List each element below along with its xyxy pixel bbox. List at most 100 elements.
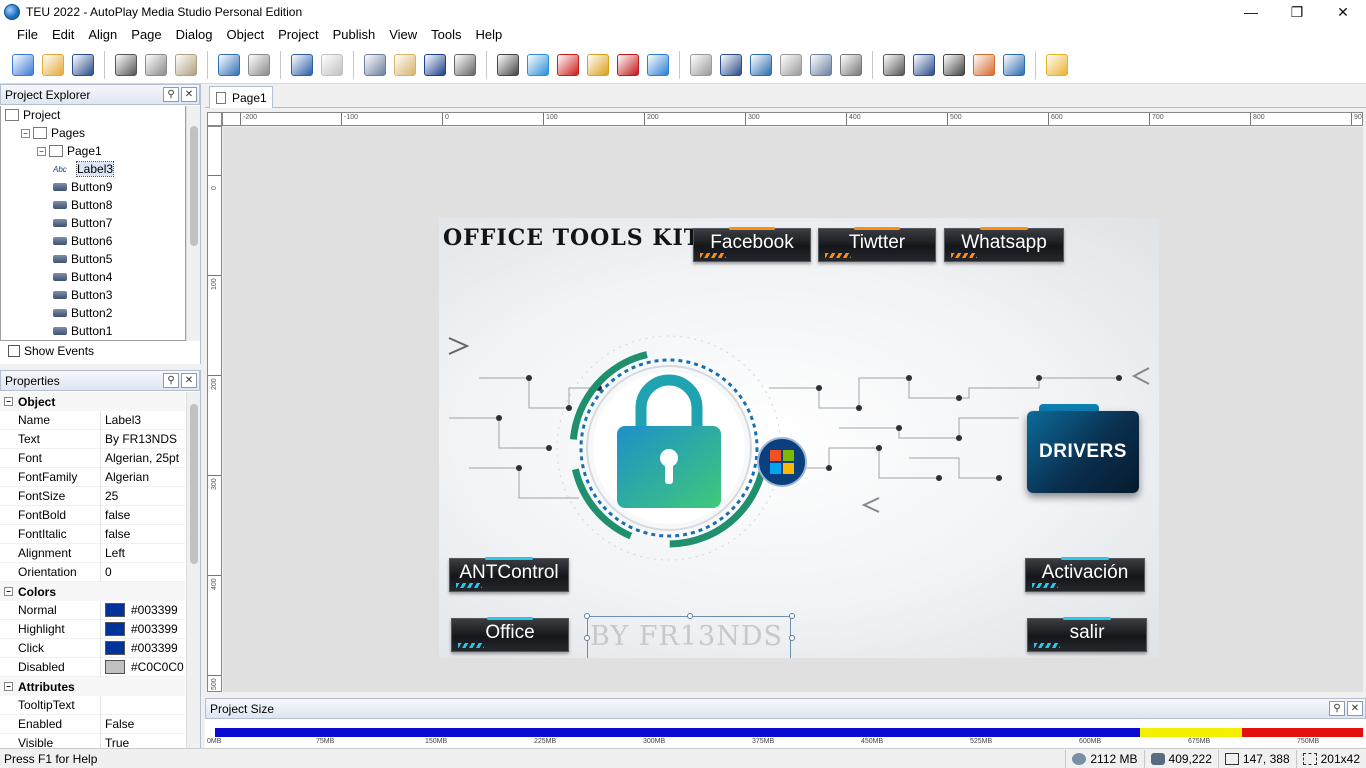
quicktime-object-button[interactable] [523, 50, 553, 80]
cd-build-button[interactable] [317, 50, 347, 80]
category-collapse-icon[interactable]: − [4, 587, 13, 596]
menu-align[interactable]: Align [81, 24, 124, 46]
label3-object[interactable]: BY FR13NDS [587, 616, 791, 658]
pin-icon[interactable]: ⚲ [163, 87, 179, 102]
tree-item-button9[interactable]: Button9 [1, 178, 185, 196]
design-title[interactable]: OFFICE TOOLS KIT [443, 225, 701, 251]
property-row[interactable]: Normal #003399 [0, 600, 185, 620]
menu-help[interactable]: Help [469, 24, 510, 46]
flash-object-button[interactable] [553, 50, 583, 80]
menu-object[interactable]: Object [220, 24, 272, 46]
tree-collapse-icon[interactable]: − [21, 128, 30, 138]
property-row[interactable]: FontSize 25 [0, 486, 185, 506]
undo-button[interactable] [214, 50, 244, 80]
property-value[interactable]: By FR13NDS [101, 432, 177, 446]
menu-view[interactable]: View [382, 24, 424, 46]
category-collapse-icon[interactable]: − [4, 397, 13, 406]
property-row[interactable]: Highlight #003399 [0, 619, 185, 639]
tree-item-project[interactable]: Project [1, 106, 185, 124]
design-page[interactable]: OFFICE TOOLS KIT Facebook Tiwtter Whatsa… [439, 218, 1159, 658]
combobox-object-button[interactable] [806, 50, 836, 80]
slideshow-object-button[interactable] [583, 50, 613, 80]
close-panel-icon[interactable]: ✕ [181, 373, 197, 388]
twitter-button[interactable]: Tiwtter [818, 227, 936, 262]
listbox-object-button[interactable] [836, 50, 866, 80]
tree-item-button4[interactable]: Button4 [1, 268, 185, 286]
property-value[interactable]: Label3 [101, 413, 141, 427]
property-value[interactable]: Algerian [101, 470, 149, 484]
property-row[interactable]: FontItalic false [0, 524, 185, 544]
close-panel-icon[interactable]: ✕ [1347, 701, 1363, 716]
input-object-button[interactable] [776, 50, 806, 80]
property-category[interactable]: − Colors [0, 582, 185, 601]
property-value[interactable]: #003399 [101, 603, 178, 617]
property-value[interactable]: false [101, 527, 130, 541]
list-object-button[interactable] [450, 50, 480, 80]
property-row[interactable]: FontBold false [0, 505, 185, 525]
tab-page1[interactable]: Page1 [209, 86, 273, 108]
grid-object-button[interactable] [909, 50, 939, 80]
resize-handle[interactable] [789, 635, 795, 641]
property-row[interactable]: Text By FR13NDS [0, 429, 185, 449]
tree-item-label3[interactable]: Abc Label3 [1, 160, 185, 178]
label-object-button[interactable] [390, 50, 420, 80]
copy-button[interactable] [141, 50, 171, 80]
close-panel-icon[interactable]: ✕ [181, 87, 197, 102]
property-value[interactable]: false [101, 508, 130, 522]
button-object-button[interactable] [360, 50, 390, 80]
pdf-object-button[interactable] [613, 50, 643, 80]
video-object-button[interactable] [493, 50, 523, 80]
resize-handle[interactable] [687, 613, 693, 619]
facebook-button[interactable]: Facebook [693, 227, 811, 262]
wand-button[interactable] [8, 50, 38, 80]
close-button[interactable]: ✕ [1320, 0, 1366, 24]
property-value[interactable]: #C0C0C0 [101, 660, 184, 674]
checkbox-object-button[interactable] [716, 50, 746, 80]
web-object-button[interactable] [643, 50, 673, 80]
tree-item-button1[interactable]: Button1 [1, 322, 185, 340]
cut-button[interactable] [111, 50, 141, 80]
tree-item-button3[interactable]: Button3 [1, 286, 185, 304]
minimize-button[interactable]: — [1228, 0, 1274, 24]
property-row[interactable]: Visible True [0, 733, 185, 748]
property-value[interactable]: #003399 [101, 641, 178, 655]
show-events-checkbox[interactable] [8, 345, 20, 357]
activacion-button[interactable]: Activación [1025, 557, 1145, 592]
property-row[interactable]: Name Label3 [0, 410, 185, 430]
antcontrol-button[interactable]: ANTControl [449, 557, 569, 592]
redo-button[interactable] [244, 50, 274, 80]
drivers-button[interactable]: DRIVERS [1027, 411, 1139, 493]
property-row[interactable]: TooltipText [0, 695, 185, 715]
pin-icon[interactable]: ⚲ [163, 373, 179, 388]
monitor-button[interactable] [287, 50, 317, 80]
resize-handle[interactable] [584, 635, 590, 641]
color-swatch[interactable] [105, 641, 125, 655]
canvas-area[interactable]: OFFICE TOOLS KIT Facebook Tiwtter Whatsa… [223, 127, 1363, 692]
property-row[interactable]: Disabled #C0C0C0 [0, 657, 185, 677]
tree-item-button2[interactable]: Button2 [1, 304, 185, 322]
menu-file[interactable]: File [10, 24, 45, 46]
tree-object-button[interactable] [879, 50, 909, 80]
menu-tools[interactable]: Tools [424, 24, 468, 46]
property-value[interactable]: True [101, 736, 129, 748]
paste-button[interactable] [171, 50, 201, 80]
xbutton-object-button[interactable] [939, 50, 969, 80]
tree-item-page1[interactable]: − Page1 [1, 142, 185, 160]
tree-item-button6[interactable]: Button6 [1, 232, 185, 250]
open-folder-button[interactable] [38, 50, 68, 80]
properties-scrollbar[interactable] [186, 392, 200, 748]
progress-object-button[interactable] [686, 50, 716, 80]
tree-item-button5[interactable]: Button5 [1, 250, 185, 268]
property-row[interactable]: Orientation 0 [0, 562, 185, 582]
resize-handle[interactable] [584, 613, 590, 619]
color-swatch[interactable] [105, 603, 125, 617]
property-category[interactable]: − Object [0, 392, 185, 411]
radio-object-button[interactable] [746, 50, 776, 80]
property-value[interactable]: 25 [101, 489, 118, 503]
property-row[interactable]: Alignment Left [0, 543, 185, 563]
property-row[interactable]: FontFamily Algerian [0, 467, 185, 487]
office-button[interactable]: Office [451, 617, 569, 652]
save-button[interactable] [68, 50, 98, 80]
tree-scrollbar[interactable] [186, 106, 200, 341]
property-row[interactable]: Font Algerian, 25pt [0, 448, 185, 468]
